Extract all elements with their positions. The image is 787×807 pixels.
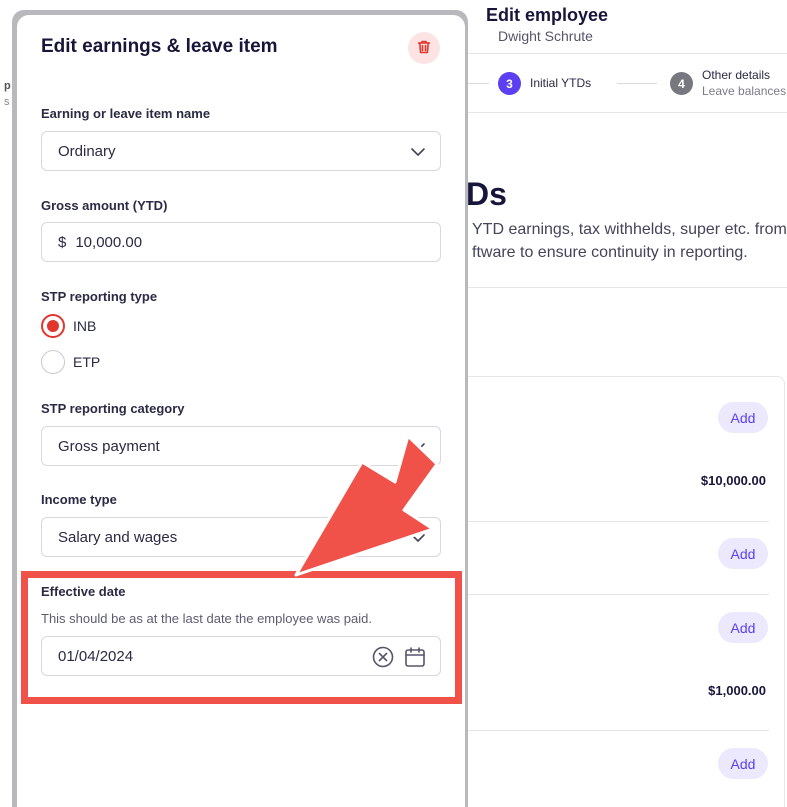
step-number: 3	[498, 72, 521, 95]
amount-value: $1,000.00	[708, 683, 766, 698]
step-connector	[617, 83, 657, 84]
item-name-label: Earning or leave item name	[41, 106, 211, 121]
employee-name: Dwight Schrute	[498, 28, 593, 44]
add-button[interactable]: Add	[718, 402, 768, 433]
divider	[466, 287, 787, 288]
step-number: 4	[670, 72, 693, 95]
item-name-select[interactable]: Ordinary	[41, 131, 441, 171]
section-description: YTD earnings, tax withhelds, super etc. …	[472, 218, 787, 264]
left-edge: ps	[0, 0, 12, 807]
step-label: Initial YTDs	[530, 76, 592, 90]
item-name-value: Ordinary	[58, 142, 116, 160]
step-connector	[465, 83, 489, 84]
step-sublabel: Leave balances,	[702, 84, 787, 98]
truncated-text: ps	[4, 80, 11, 108]
ytd-card: $10,000.00 $1,000.00	[440, 376, 785, 807]
panel-title: Edit earnings & leave item	[41, 36, 278, 57]
gross-amount-input[interactable]: $ 10,000.00	[41, 222, 441, 262]
radio-unchecked[interactable]	[41, 350, 65, 374]
currency-prefix: $	[58, 233, 67, 251]
section-heading: Ds	[466, 176, 507, 212]
page-title: Edit employee	[486, 5, 609, 25]
amount-value: $10,000.00	[700, 473, 766, 488]
chevron-down-icon	[410, 439, 426, 459]
radio-checked[interactable]	[41, 314, 65, 338]
radio-etp[interactable]: ETP	[41, 350, 100, 374]
description-line: ftware to ensure continuity in reporting…	[472, 244, 748, 261]
delete-button[interactable]	[408, 32, 440, 64]
stp-category-select[interactable]: Gross payment	[41, 426, 441, 466]
add-button[interactable]: Add	[718, 748, 768, 779]
stp-type-label: STP reporting type	[41, 289, 158, 304]
annotation-highlight-box	[21, 571, 462, 704]
income-type-select[interactable]: Salary and wages	[41, 517, 441, 557]
step-other-details[interactable]: 4 Other details Leave balances,	[670, 68, 787, 98]
description-line: YTD earnings, tax withhelds, super etc. …	[472, 221, 787, 238]
gross-amount-label: Gross amount (YTD)	[41, 198, 168, 213]
income-type-value: Salary and wages	[58, 528, 178, 546]
row-divider	[466, 730, 769, 731]
radio-label: ETP	[73, 354, 101, 370]
stp-category-value: Gross payment	[58, 437, 160, 455]
add-button[interactable]: Add	[718, 612, 768, 643]
add-button[interactable]: Add	[718, 538, 768, 569]
row-divider	[466, 594, 769, 595]
stp-category-label: STP reporting category	[41, 401, 185, 416]
chevron-down-icon	[410, 530, 426, 550]
step-initial-ytds[interactable]: 3 Initial YTDs	[498, 72, 591, 95]
radio-inb[interactable]: INB	[41, 314, 96, 338]
gross-amount-value: 10,000.00	[75, 233, 143, 251]
chevron-down-icon	[410, 144, 426, 164]
row-divider	[466, 521, 769, 522]
step-label: Other details	[702, 68, 771, 82]
radio-label: INB	[73, 318, 97, 334]
trash-icon	[416, 39, 432, 58]
income-type-label: Income type	[41, 492, 117, 507]
